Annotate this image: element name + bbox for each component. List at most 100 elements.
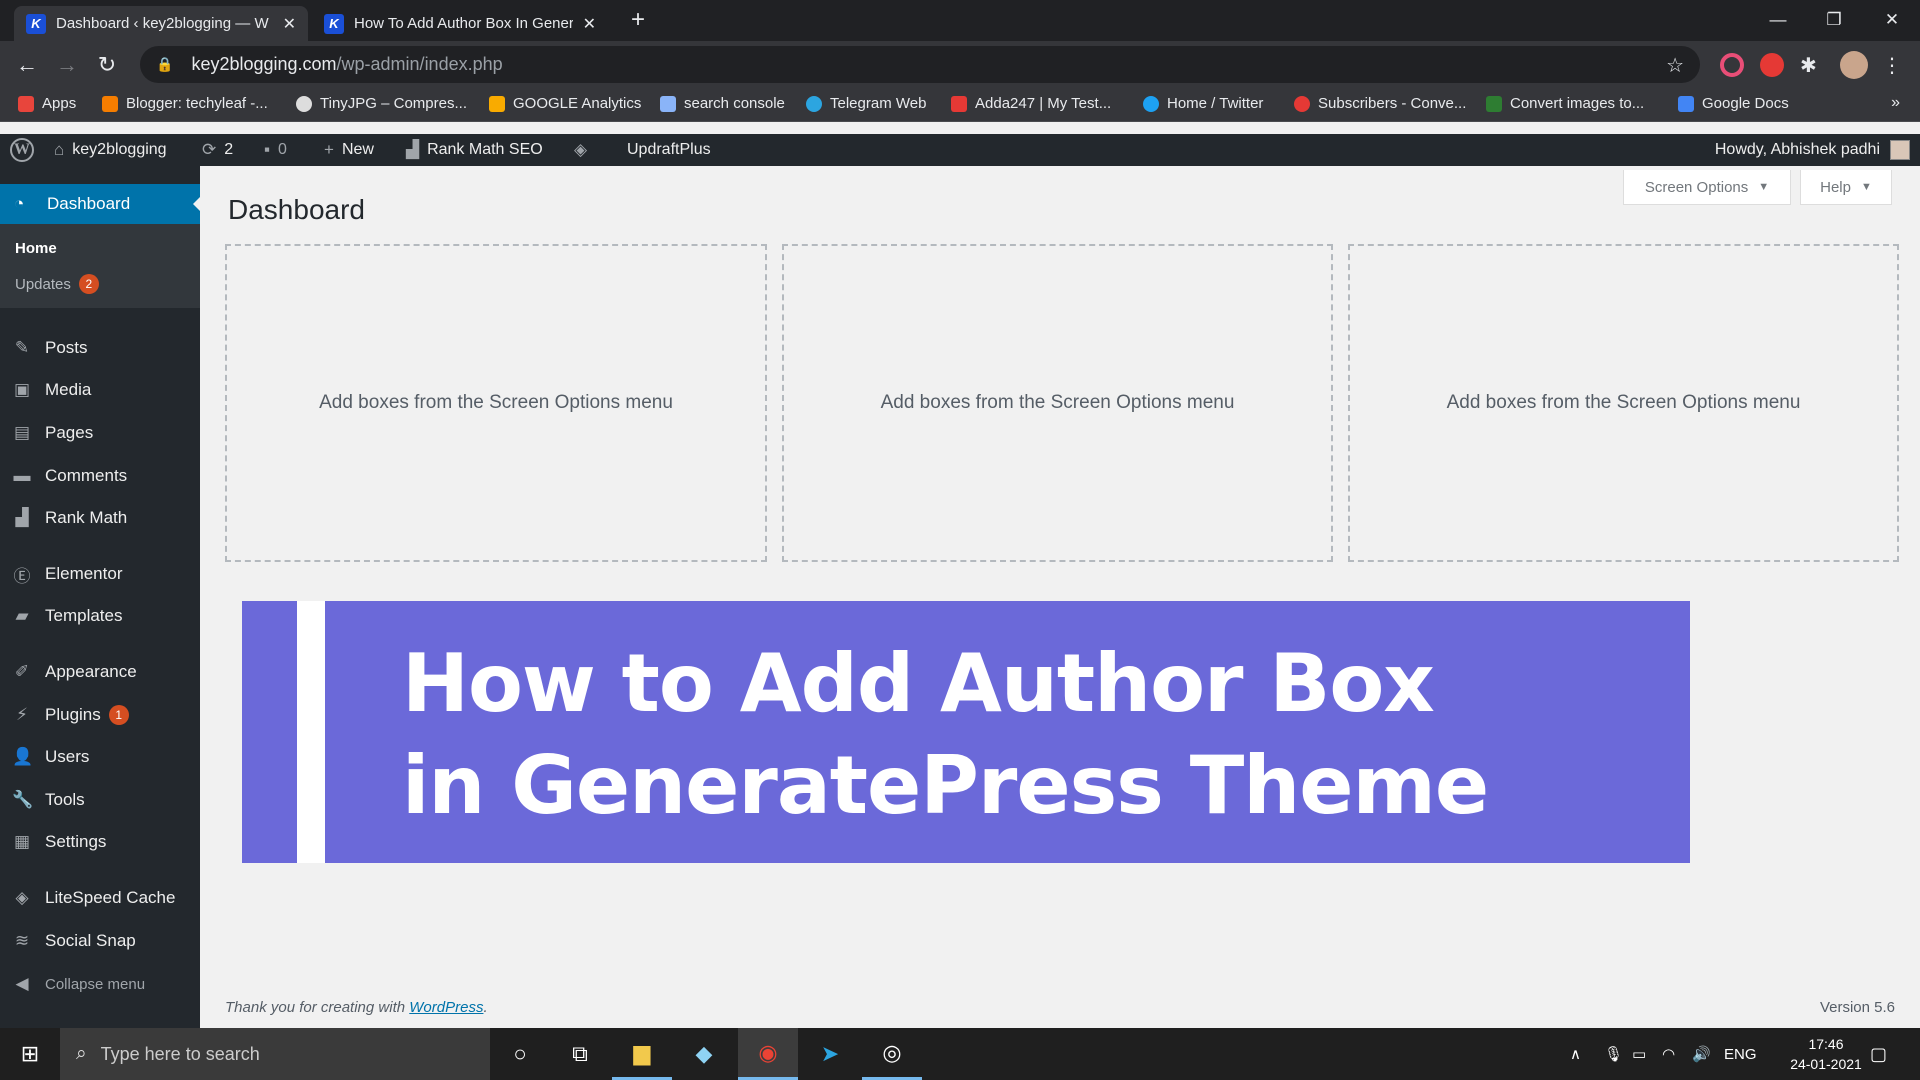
- bookmark-label: Home / Twitter: [1167, 95, 1264, 112]
- sidebar-item-dashboard[interactable]: ◔ Dashboard: [0, 184, 201, 224]
- comment-bubble-icon: ▪: [264, 140, 271, 159]
- sidebar-item-templates[interactable]: ▰ Templates: [0, 598, 200, 634]
- notifications-icon[interactable]: ▢: [1870, 1028, 1887, 1080]
- show-hidden-icons[interactable]: ∧: [1570, 1028, 1581, 1080]
- bookmark-telegram[interactable]: Telegram Web: [806, 95, 926, 112]
- microphone-icon[interactable]: 🎙: [1604, 1028, 1623, 1080]
- windows-start-icon[interactable]: ⊞: [0, 1028, 60, 1080]
- bookmark-adda247[interactable]: Adda247 | My Test...: [951, 95, 1111, 112]
- sidebar-item-label: Social Snap: [45, 931, 136, 950]
- close-tab-icon[interactable]: ✕: [283, 14, 296, 34]
- bookmark-label: GOOGLE Analytics: [513, 95, 642, 112]
- restore-icon[interactable]: ❐: [1814, 4, 1854, 36]
- chrome-icon[interactable]: ◉: [738, 1028, 798, 1080]
- bookmark-google-analytics[interactable]: GOOGLE Analytics: [489, 95, 641, 112]
- more-bookmarks-icon[interactable]: »: [1891, 94, 1900, 112]
- tab-title: Dashboard ‹ key2blogging — W: [56, 15, 269, 32]
- help-button[interactable]: Help ▼: [1800, 170, 1892, 205]
- bookmark-tinyjpg[interactable]: TinyJPG – Compres...: [296, 95, 467, 112]
- rank-math-seo-link[interactable]: ▟ Rank Math SEO: [406, 134, 543, 166]
- main-content: Dashboard Screen Options ▼ Help ▼ Add bo…: [200, 166, 1920, 1028]
- bookmark-twitter[interactable]: Home / Twitter: [1143, 95, 1263, 112]
- tab-dashboard[interactable]: K Dashboard ‹ key2blogging — W ✕: [14, 6, 308, 41]
- forward-icon[interactable]: →: [52, 50, 82, 80]
- sidebar-item-rank-math[interactable]: ▟ Rank Math: [0, 500, 200, 536]
- litespeed-adminbar-button[interactable]: ◈: [574, 134, 595, 166]
- new-tab-button[interactable]: +: [624, 6, 652, 34]
- bookmark-google-docs[interactable]: Google Docs: [1678, 95, 1789, 112]
- extension-icon[interactable]: [1720, 53, 1744, 77]
- telegram-icon: [806, 95, 822, 112]
- extension-icon[interactable]: [1760, 53, 1784, 77]
- bookmark-blogger[interactable]: Blogger: techyleaf -...: [102, 95, 268, 112]
- obs-studio-icon[interactable]: ◎: [862, 1028, 922, 1080]
- wordpress-logo-button[interactable]: W: [10, 134, 34, 166]
- tab-author-box-article[interactable]: K How To Add Author Box In Gener ✕: [312, 6, 608, 41]
- bookmark-subscribers[interactable]: Subscribers - Conve...: [1294, 95, 1466, 112]
- updates-count: 2: [224, 141, 234, 158]
- language-indicator[interactable]: ENG: [1724, 1028, 1757, 1080]
- bookmark-label: Apps: [42, 95, 77, 112]
- user-account-menu[interactable]: Howdy, Abhishek padhi: [1715, 134, 1910, 166]
- plugins-badge: 1: [108, 705, 129, 725]
- rank-math-chart-icon: ▟: [406, 140, 420, 159]
- bookmark-convert-images[interactable]: Convert images to...: [1486, 95, 1644, 112]
- sidebar-item-appearance[interactable]: ✐ Appearance: [0, 654, 200, 690]
- sidebar-item-social-snap[interactable]: ≋ Social Snap: [0, 923, 200, 959]
- convert-images-icon: [1486, 95, 1502, 112]
- collapse-menu-button[interactable]: ◀ Collapse menu: [0, 966, 200, 1002]
- sidebar-item-label: Appearance: [45, 662, 137, 681]
- sidebar-item-elementor[interactable]: Ⓔ Elementor: [0, 556, 200, 592]
- telegram-taskbar-icon[interactable]: ➤: [800, 1028, 860, 1080]
- sidebar-item-label: Tools: [45, 790, 85, 809]
- updraftplus-link[interactable]: UpdraftPlus: [627, 134, 711, 166]
- screen-options-button[interactable]: Screen Options ▼: [1623, 170, 1791, 205]
- adda247-icon: [951, 95, 967, 112]
- file-explorer-icon[interactable]: ▆: [612, 1028, 672, 1080]
- updates-link[interactable]: ⟳ 2: [202, 134, 233, 166]
- sidebar-item-users[interactable]: 👤 Users: [0, 739, 200, 775]
- window-close-icon[interactable]: ✕: [1872, 4, 1912, 36]
- elementor-icon: Ⓔ: [13, 566, 31, 586]
- bookmark-apps[interactable]: Apps: [18, 95, 76, 112]
- comments-count: 0: [278, 141, 287, 158]
- back-icon[interactable]: ←: [12, 50, 42, 80]
- twitter-icon: [1143, 95, 1159, 112]
- sidebar-item-pages[interactable]: ▤ Pages: [0, 415, 200, 451]
- battery-icon[interactable]: ▭: [1632, 1028, 1646, 1080]
- submenu-home[interactable]: Home: [15, 240, 57, 257]
- menu-kebab-icon[interactable]: ⋮: [1882, 53, 1906, 77]
- address-bar[interactable]: 🔒 key2blogging.com /wp-admin/index.php ☆: [140, 46, 1700, 83]
- taskbar-search-box[interactable]: ⌕ Type here to search: [60, 1028, 490, 1080]
- cortana-icon[interactable]: ○: [490, 1028, 550, 1080]
- new-content-link[interactable]: + New: [324, 134, 374, 166]
- sidebar-item-media[interactable]: ▣ Media: [0, 372, 200, 408]
- taskbar-clock[interactable]: 17:46 24-01-2021: [1786, 1034, 1866, 1074]
- close-tab-icon[interactable]: ✕: [583, 14, 596, 34]
- bookmark-search-console[interactable]: search console: [660, 95, 785, 112]
- sidebar-item-litespeed-cache[interactable]: ◈ LiteSpeed Cache: [0, 880, 200, 916]
- key2blogging-favicon-icon: K: [324, 13, 344, 34]
- profile-avatar[interactable]: [1840, 51, 1868, 79]
- notes-app-icon[interactable]: ◆: [674, 1028, 734, 1080]
- sidebar-item-settings[interactable]: ▦ Settings: [0, 824, 200, 860]
- task-view-icon[interactable]: ⧉: [550, 1028, 610, 1080]
- screen-options-label: Screen Options: [1644, 178, 1749, 196]
- minimize-icon[interactable]: —: [1758, 4, 1798, 36]
- sidebar-item-posts[interactable]: ✎ Posts: [0, 330, 200, 366]
- sidebar-item-plugins[interactable]: ⚡ Plugins 1: [0, 697, 200, 733]
- submenu-updates[interactable]: Updates 2: [15, 274, 99, 294]
- bookmark-star-icon[interactable]: ☆: [1666, 53, 1684, 78]
- wordpress-link[interactable]: WordPress: [409, 999, 483, 1016]
- wifi-icon[interactable]: ◠: [1662, 1028, 1675, 1080]
- volume-icon[interactable]: 🔊: [1692, 1028, 1711, 1080]
- browser-tabstrip: K Dashboard ‹ key2blogging — W ✕ K How T…: [0, 0, 1920, 41]
- key2blogging-favicon-icon: K: [26, 13, 46, 34]
- site-name-link[interactable]: ⌂ key2blogging: [54, 134, 167, 166]
- comments-link[interactable]: ▪ 0: [264, 134, 287, 166]
- extensions-puzzle-icon[interactable]: ✱: [1800, 53, 1824, 77]
- sidebar-item-tools[interactable]: 🔧 Tools: [0, 782, 200, 818]
- apps-grid-icon: [18, 95, 34, 112]
- sidebar-item-comments[interactable]: ▬ Comments: [0, 458, 200, 494]
- reload-icon[interactable]: ↻: [92, 50, 122, 80]
